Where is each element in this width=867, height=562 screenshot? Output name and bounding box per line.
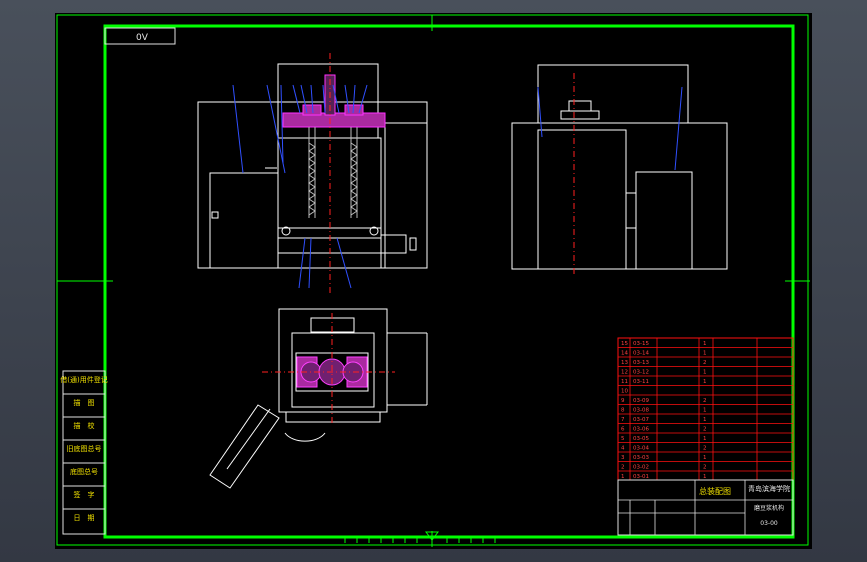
bom-no-11: 11: [621, 379, 628, 385]
bom-no-15: 15: [621, 341, 628, 347]
bom-no-4: 4: [621, 446, 625, 452]
school-name: 青岛滨海学院: [748, 484, 790, 493]
bom-code-6: 03-06: [633, 427, 649, 433]
drawing-tag: 0V: [136, 33, 149, 43]
product-name: 磨豆浆机构: [754, 504, 784, 512]
bom-code-2: 03-02: [633, 465, 649, 471]
assembly-drawing: 0V 借(通)用件登记 描 图 描 校 旧底图总号 底图总号 签 字 日 期 1…: [56, 14, 810, 547]
bom-qty-9: 2: [703, 398, 707, 404]
bom-no-14: 14: [621, 351, 628, 357]
bom-code-15: 03-15: [633, 341, 649, 347]
drawing-number: 03-00: [760, 520, 778, 527]
bom-code-8: 03-08: [633, 408, 649, 414]
bom-qty-7: 1: [703, 417, 707, 423]
bom-qty-11: 1: [703, 379, 707, 385]
bom-qty-4: 2: [703, 446, 707, 452]
bom-code-7: 03-07: [633, 417, 649, 423]
bom-code-1: 03-01: [633, 474, 649, 480]
side-view: [511, 64, 728, 270]
side-view-leaders: [537, 86, 683, 171]
stamp-label-4: 旧底图总号: [67, 444, 102, 453]
bom-qty-8: 1: [703, 408, 707, 414]
cad-viewport[interactable]: 0V 借(通)用件登记 描 图 描 校 旧底图总号 底图总号 签 字 日 期 1…: [0, 0, 867, 562]
bom-qty-2: 2: [703, 465, 707, 471]
bom-no-9: 9: [621, 398, 625, 404]
bom-qty-14: 1: [703, 351, 707, 357]
stamp-label-1: 借(通)用件登记: [60, 375, 107, 384]
drawing-sheet: 0V 借(通)用件登记 描 图 描 校 旧底图总号 底图总号 签 字 日 期 1…: [55, 13, 812, 549]
stamp-label-6: 签 字: [74, 490, 95, 499]
bom-header: 总装配图: [699, 486, 731, 496]
bom-qty-1: 1: [703, 474, 707, 480]
title-block: 总装配图 青岛滨海学院 磨豆浆机构 03-00: [617, 479, 794, 536]
bom-qty-15: 1: [703, 341, 707, 347]
front-view: [197, 63, 428, 269]
stamp-label-5: 底图总号: [70, 467, 98, 476]
bom-qty-12: 1: [703, 370, 707, 376]
bom-code-3: 03-03: [633, 455, 649, 461]
sheet-frame: [56, 14, 810, 547]
bom-no-8: 8: [621, 408, 625, 414]
stamp-label-3: 描 校: [74, 421, 95, 430]
bom-qty-13: 2: [703, 360, 707, 366]
bom-no-2: 2: [621, 465, 625, 471]
drawing-tag-box: 0V: [104, 27, 176, 45]
bom-qty-5: 1: [703, 436, 707, 442]
bom-code-13: 03-13: [633, 360, 649, 366]
stamp-label-2: 描 图: [74, 398, 95, 407]
bom-code-12: 03-12: [633, 370, 649, 376]
bom-code-4: 03-04: [633, 446, 649, 452]
bom-no-3: 3: [621, 455, 625, 461]
top-view: [209, 308, 428, 489]
bom-no-7: 7: [621, 417, 625, 423]
stamp-label-7: 日 期: [74, 514, 95, 522]
bom-code-5: 03-05: [633, 436, 649, 442]
bom-no-1: 1: [621, 474, 625, 480]
bom-qty-6: 2: [703, 427, 707, 433]
bom-no-5: 5: [621, 436, 625, 442]
bom-code-9: 03-09: [633, 398, 649, 404]
bom-no-10: 10: [621, 389, 628, 395]
bom-qty-3: 1: [703, 455, 707, 461]
bom-code-11: 03-11: [633, 379, 649, 385]
bom-no-13: 13: [621, 360, 628, 366]
bom-no-12: 12: [621, 370, 628, 376]
bom-no-6: 6: [621, 427, 625, 433]
left-stamp-column: 借(通)用件登记 描 图 描 校 旧底图总号 底图总号 签 字 日 期: [60, 370, 108, 535]
bom-table: 15 03-15 1 14 03-14 1 13 03-13 2 12 03-1…: [617, 337, 794, 481]
bom-code-14: 03-14: [633, 351, 649, 357]
